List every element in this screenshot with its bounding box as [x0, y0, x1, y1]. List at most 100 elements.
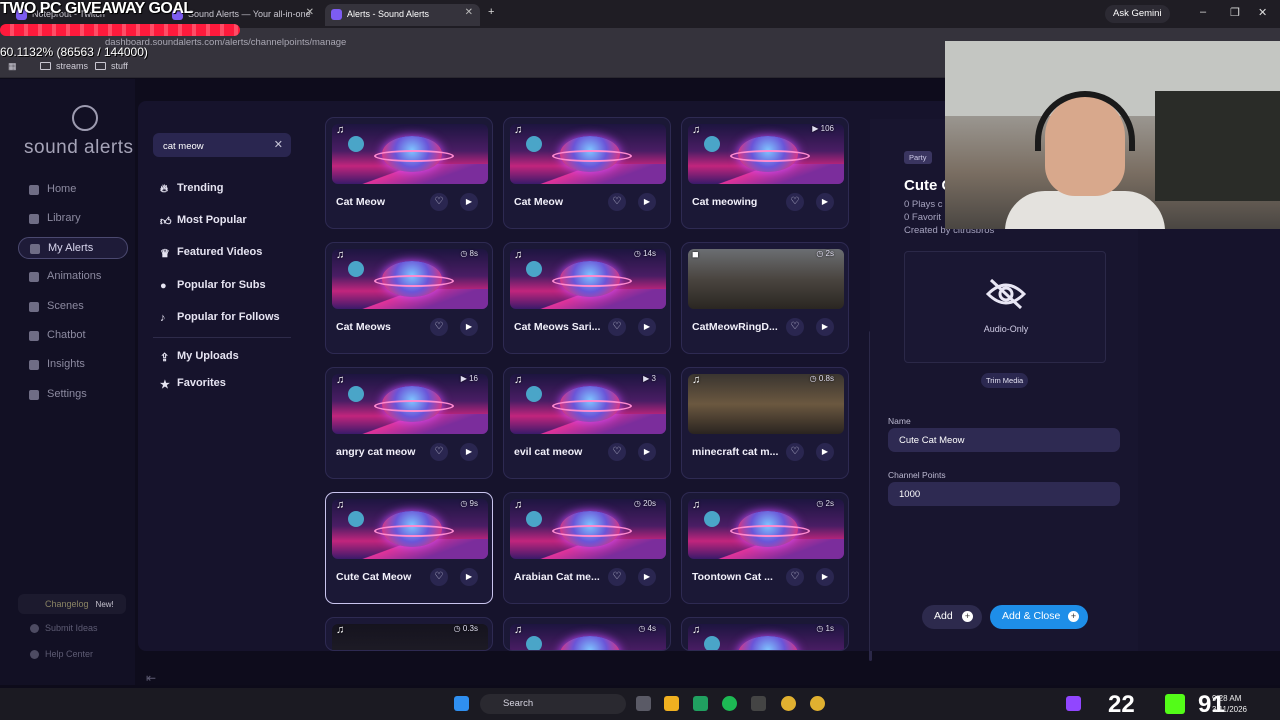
alert-card[interactable]: ♫ ◷ 2s Toontown Cat ... ♡ ▶ — [681, 492, 849, 604]
bookmark-folder[interactable]: streams — [40, 61, 88, 71]
alert-card[interactable]: ♫ ◷ 20s Arabian Cat me... ♡ ▶ — [503, 492, 671, 604]
favorite-icon[interactable]: ♡ — [786, 568, 804, 586]
alert-meta: ◷ 1s — [816, 624, 834, 633]
windows-start-icon[interactable] — [454, 696, 469, 711]
moon-graphic — [704, 636, 720, 650]
file-explorer-icon[interactable] — [664, 696, 679, 711]
sidebar-item-my-alerts[interactable]: My Alerts — [18, 237, 128, 259]
trim-media-button[interactable]: Trim Media — [981, 373, 1029, 388]
taskbar-search[interactable]: Search — [480, 694, 626, 714]
favorite-icon[interactable]: ♡ — [608, 568, 626, 586]
play-icon[interactable]: ▶ — [460, 193, 478, 211]
alert-card[interactable]: ♫ Cat Meow ♡ ▶ — [503, 117, 671, 229]
play-icon[interactable]: ▶ — [816, 568, 834, 586]
maximize-icon[interactable]: ❐ — [1230, 6, 1240, 19]
alert-card[interactable]: ♫ Cat Meow ♡ ▶ — [325, 117, 493, 229]
changelog-button[interactable]: Changelog New! — [18, 594, 126, 614]
alert-card[interactable]: ♫ ◷ 14s Cat Meows Sari... ♡ ▶ — [503, 242, 671, 354]
alert-card[interactable]: ♫ ◷ 0.8s minecraft cat m... ♡ ▶ — [681, 367, 849, 479]
audio-note-icon: ♫ — [336, 124, 345, 136]
planet-ring-graphic — [374, 150, 454, 162]
apps-icon[interactable]: ▦ — [8, 61, 17, 72]
chrome-icon[interactable] — [781, 696, 796, 711]
favorite-icon[interactable]: ♡ — [786, 318, 804, 336]
alert-card[interactable]: ♫ ▶ 16 angry cat meow ♡ ▶ — [325, 367, 493, 479]
audio-note-icon: ♫ — [692, 499, 701, 511]
add-button[interactable]: Add + — [922, 605, 982, 629]
play-icon[interactable]: ▶ — [638, 443, 656, 461]
play-icon[interactable]: ▶ — [460, 318, 478, 336]
add-and-close-button[interactable]: Add & Close + — [990, 605, 1088, 629]
category-popular-for-subs[interactable]: ● Popular for Subs — [160, 279, 266, 292]
play-icon[interactable]: ▶ — [816, 318, 834, 336]
close-tab-icon[interactable]: ✕ — [306, 7, 314, 18]
play-icon[interactable]: ▶ — [638, 318, 656, 336]
moon-graphic — [526, 261, 542, 277]
kick-icon[interactable] — [1165, 694, 1185, 714]
alert-card[interactable]: ♫ ◷ 4s — [503, 617, 671, 651]
channel-points-field[interactable] — [888, 482, 1120, 506]
spotify-icon[interactable] — [722, 696, 737, 711]
sidebar-item-insights[interactable]: Insights — [18, 354, 128, 376]
browser-tab-active[interactable]: Alerts - Sound Alerts ✕ — [325, 4, 480, 26]
category-featured-videos[interactable]: ♛ Featured Videos — [160, 246, 262, 260]
sidebar-item-settings[interactable]: Settings — [18, 384, 128, 406]
webcam-overlay — [945, 41, 1280, 229]
close-window-icon[interactable]: ✕ — [1258, 6, 1267, 19]
search-input[interactable] — [163, 139, 273, 153]
category-my-uploads[interactable]: ⇪ My Uploads — [160, 350, 239, 364]
notepad-icon[interactable] — [693, 696, 708, 711]
alert-card[interactable]: ♫ ▶ 3 evil cat meow ♡ ▶ — [503, 367, 671, 479]
favorite-icon[interactable]: ♡ — [430, 568, 448, 586]
alert-card[interactable]: ♫ ◷ 1s — [681, 617, 849, 651]
submit-ideas-link[interactable]: Submit Ideas — [30, 623, 98, 633]
play-icon[interactable]: ▶ — [816, 443, 834, 461]
alert-card[interactable]: ♫ ◷ 0.3s — [325, 617, 493, 651]
help-center-link[interactable]: Help Center — [30, 649, 93, 659]
alert-card[interactable]: ♫ ▶ 106 Cat meowing ♡ ▶ — [681, 117, 849, 229]
category-favorites[interactable]: ★ Favorites — [160, 377, 226, 391]
alert-thumbnail — [510, 374, 666, 434]
favorite-icon[interactable]: ♡ — [608, 193, 626, 211]
sidebar-item-scenes[interactable]: Scenes — [18, 296, 128, 318]
audio-note-icon: ♫ — [336, 499, 345, 511]
ask-gemini-button[interactable]: Ask Gemini — [1105, 5, 1170, 23]
moon-graphic — [526, 386, 542, 402]
favorite-icon[interactable]: ♡ — [608, 443, 626, 461]
play-icon[interactable]: ▶ — [816, 193, 834, 211]
alert-card[interactable]: ♫ ◷ 8s Cat Meows ♡ ▶ — [325, 242, 493, 354]
minimize-icon[interactable]: – — [1200, 6, 1206, 18]
bookmark-folder[interactable]: stuff — [95, 61, 128, 71]
favorite-icon[interactable]: ♡ — [430, 443, 448, 461]
sidebar-item-library[interactable]: Library — [18, 208, 128, 230]
favorite-icon[interactable]: ♡ — [430, 193, 448, 211]
moon-graphic — [348, 136, 364, 152]
name-field[interactable] — [888, 428, 1120, 452]
collapse-sidebar-icon[interactable]: ⇤ — [146, 671, 156, 685]
favorite-icon[interactable]: ♡ — [786, 443, 804, 461]
play-icon[interactable]: ▶ — [638, 568, 656, 586]
play-icon[interactable]: ▶ — [460, 443, 478, 461]
category-trending[interactable]: 🔥︎ Trending — [160, 182, 223, 195]
favorite-icon[interactable]: ♡ — [430, 318, 448, 336]
new-tab-icon[interactable]: + — [488, 6, 494, 18]
alert-card[interactable]: ♫ ◷ 9s Cute Cat Meow ♡ ▶ — [325, 492, 493, 604]
sidebar-item-animations[interactable]: Animations — [18, 266, 128, 288]
favorite-icon[interactable]: ♡ — [608, 318, 626, 336]
alert-card[interactable]: ■ ◷ 2s CatMeowRingD... ♡ ▶ — [681, 242, 849, 354]
twitch-icon[interactable] — [1066, 696, 1081, 711]
planet-ring-graphic — [552, 150, 632, 162]
alert-thumbnail — [332, 124, 488, 184]
sidebar-item-chatbot[interactable]: Chatbot — [18, 325, 128, 347]
favorite-icon[interactable]: ♡ — [786, 193, 804, 211]
task-view-icon[interactable] — [636, 696, 651, 711]
sidebar-item-home[interactable]: Home — [18, 179, 128, 201]
category-most-popular[interactable]: 👍︎ Most Popular — [160, 214, 247, 228]
play-icon[interactable]: ▶ — [638, 193, 656, 211]
chrome-icon[interactable] — [810, 696, 825, 711]
play-icon[interactable]: ▶ — [460, 568, 478, 586]
close-tab-icon[interactable]: ✕ — [465, 7, 473, 18]
category-popular-for-follows[interactable]: ♪ Popular for Follows — [160, 311, 280, 324]
clear-search-icon[interactable]: ✕ — [274, 138, 283, 151]
hwinfo-icon[interactable] — [751, 696, 766, 711]
